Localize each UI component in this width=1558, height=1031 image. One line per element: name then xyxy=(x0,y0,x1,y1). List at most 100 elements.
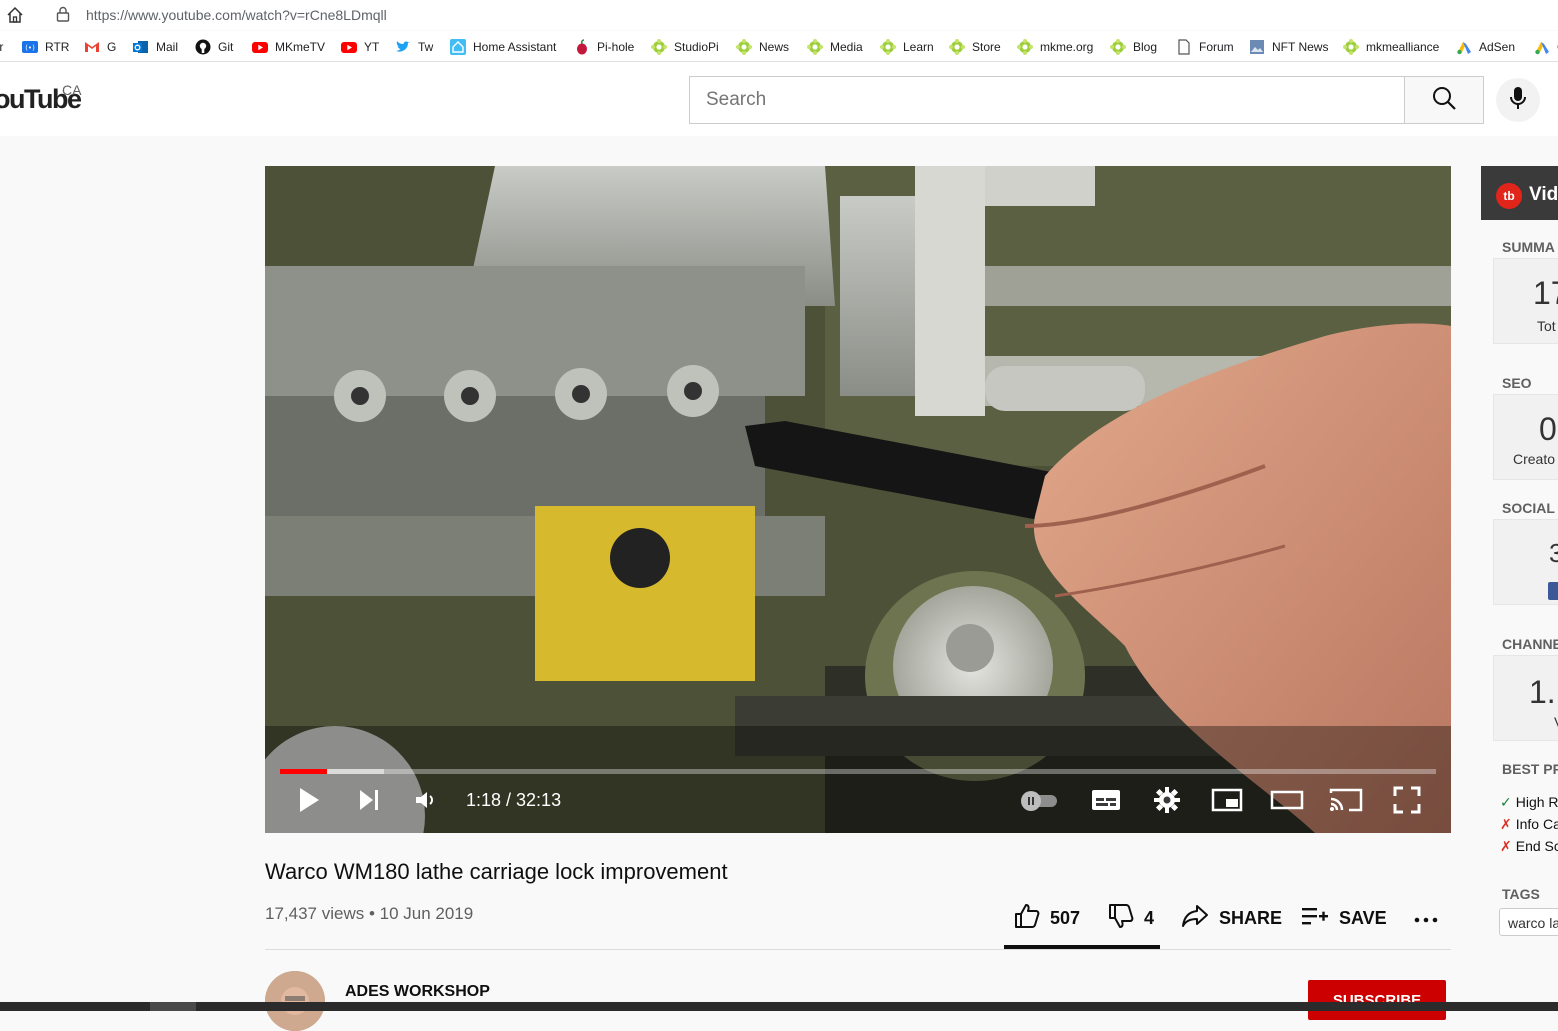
bookmark-item[interactable]: Forum xyxy=(1176,39,1234,55)
bookmark-item[interactable]: Pi-hole xyxy=(574,39,634,55)
more-actions-button[interactable] xyxy=(1414,902,1448,934)
channel-caption: V xyxy=(1554,714,1558,730)
search-input[interactable] xyxy=(704,77,1388,123)
next-button[interactable] xyxy=(353,784,385,820)
channel-name[interactable]: ADES WORKSHOP xyxy=(345,983,490,1001)
next-icon xyxy=(357,788,381,817)
bookmark-label: MKmeTV xyxy=(275,40,326,54)
video-frame xyxy=(265,166,1451,833)
bookmark-item[interactable]: G xyxy=(84,39,116,55)
url-field[interactable]: https://www.youtube.com/watch?v=rCne8LDm… xyxy=(86,7,387,23)
social-card[interactable]: 3 xyxy=(1493,519,1558,605)
cast-button[interactable] xyxy=(1328,784,1364,820)
country-code: CA xyxy=(62,82,82,98)
video-player[interactable]: 1:18 / 32:13 xyxy=(265,166,1451,833)
bookmark-label: Learn xyxy=(903,40,934,54)
video-meta: 17,437 views • 10 Jun 2019 xyxy=(265,904,474,923)
microphone-icon xyxy=(1508,86,1528,115)
bookmark-item[interactable]: Home Assistant xyxy=(450,39,556,55)
bookmark-item[interactable]: G xyxy=(1534,39,1558,55)
bookmark-item[interactable]: YT xyxy=(341,39,379,55)
svg-text:(•): (•) xyxy=(25,44,35,52)
check-icon: ✓ xyxy=(1500,794,1512,810)
autoplay-toggle[interactable] xyxy=(1018,784,1062,820)
theater-mode-button[interactable] xyxy=(1269,784,1305,820)
bookmark-item[interactable]: Learn xyxy=(880,39,934,55)
bookmark-item[interactable]: News xyxy=(736,39,789,55)
share-label: SHARE xyxy=(1219,907,1283,928)
image-icon xyxy=(1249,39,1265,55)
dislike-button[interactable]: 4 xyxy=(1108,902,1154,934)
bookmark-item[interactable]: Blog xyxy=(1110,39,1157,55)
bookmark-label: Mail xyxy=(156,40,179,54)
page-icon xyxy=(1176,39,1192,55)
channel-value: 1. xyxy=(1529,674,1556,710)
subscribe-button[interactable]: SUBSCRIBE xyxy=(1308,980,1446,1020)
bookmark-item[interactable]: (•) RTR xyxy=(22,39,69,55)
bookmark-item[interactable]: AdSen xyxy=(1456,39,1515,55)
channel-card[interactable]: 1. V xyxy=(1493,655,1558,741)
voice-search-button[interactable] xyxy=(1496,78,1540,122)
tubebuddy-header: tb Vid xyxy=(1481,166,1558,220)
thumbs-up-icon xyxy=(1014,903,1050,934)
more-horizontal-icon xyxy=(1414,908,1448,929)
bookmark-label: tr xyxy=(0,40,4,54)
bookmark-item[interactable]: StudioPi xyxy=(651,39,719,55)
time-display: 1:18 / 32:13 xyxy=(466,790,562,810)
bookmark-item[interactable]: Media xyxy=(807,39,863,55)
best-practice-item[interactable]: ✗ End Sc xyxy=(1500,838,1558,855)
home-icon[interactable] xyxy=(6,6,24,24)
search-button[interactable] xyxy=(1404,76,1484,124)
summary-value: 17 xyxy=(1533,275,1558,311)
bookmark-label: Store xyxy=(972,40,1001,54)
theater-icon xyxy=(1270,789,1304,816)
cross-icon: ✗ xyxy=(1500,838,1512,854)
bookmark-label: Home Assistant xyxy=(473,40,557,54)
settings-button[interactable] xyxy=(1151,784,1183,820)
play-button[interactable] xyxy=(293,784,325,820)
add-to-playlist-icon xyxy=(1301,906,1339,931)
volume-button[interactable] xyxy=(413,784,437,820)
seo-caption: Creato xyxy=(1513,451,1556,467)
gear-flower-icon xyxy=(736,39,752,55)
best-practice-item[interactable]: ✗ Info Ca xyxy=(1500,816,1558,833)
bookmark-item[interactable]: Mail xyxy=(133,39,178,55)
bookmark-label: NFT News xyxy=(1272,40,1329,54)
subtitles-icon xyxy=(1091,789,1121,816)
taskbar-item[interactable] xyxy=(150,1002,196,1011)
youtube-header: ouTube CA xyxy=(0,62,1558,136)
seo-card[interactable]: 0 Creato xyxy=(1493,394,1558,480)
bookmark-item[interactable]: Store xyxy=(949,39,1001,55)
bookmark-item[interactable]: tr xyxy=(0,39,3,55)
subtitles-button[interactable] xyxy=(1090,784,1122,820)
like-button[interactable]: 507 xyxy=(1014,902,1080,934)
bookmark-item[interactable]: mkme.org xyxy=(1017,39,1093,55)
bookmark-item[interactable]: mkmealliance xyxy=(1343,39,1439,55)
gear-flower-icon xyxy=(1017,39,1033,55)
tag-chip[interactable]: warco la xyxy=(1499,908,1558,936)
autoplay-icon xyxy=(1019,789,1061,816)
play-icon xyxy=(297,786,321,819)
miniplayer-button[interactable] xyxy=(1210,784,1244,820)
bookmark-label: Git xyxy=(218,40,234,54)
youtube-icon xyxy=(252,39,268,55)
channel-avatar[interactable] xyxy=(265,971,325,1031)
bookmark-label: YT xyxy=(364,40,380,54)
seo-label: SEO xyxy=(1502,375,1532,391)
share-button[interactable]: SHARE xyxy=(1181,902,1282,934)
cross-icon: ✗ xyxy=(1500,816,1512,832)
summary-card[interactable]: 17 Tot xyxy=(1493,258,1558,344)
save-button[interactable]: SAVE xyxy=(1301,902,1387,934)
progress-bar[interactable] xyxy=(280,769,1436,774)
best-practice-item[interactable]: ✓ High R xyxy=(1500,794,1558,811)
fullscreen-button[interactable] xyxy=(1391,784,1423,820)
bookmark-label: News xyxy=(759,40,790,54)
bookmark-item[interactable]: MKmeTV xyxy=(252,39,325,55)
lock-icon[interactable] xyxy=(56,6,70,22)
outlook-icon xyxy=(133,39,149,55)
bookmark-item[interactable]: Git xyxy=(195,39,233,55)
bookmark-item[interactable]: NFT News xyxy=(1249,39,1328,55)
bookmark-item[interactable]: Tw xyxy=(395,39,433,55)
tags-label: TAGS xyxy=(1502,886,1540,902)
home-assistant-icon xyxy=(450,39,466,55)
